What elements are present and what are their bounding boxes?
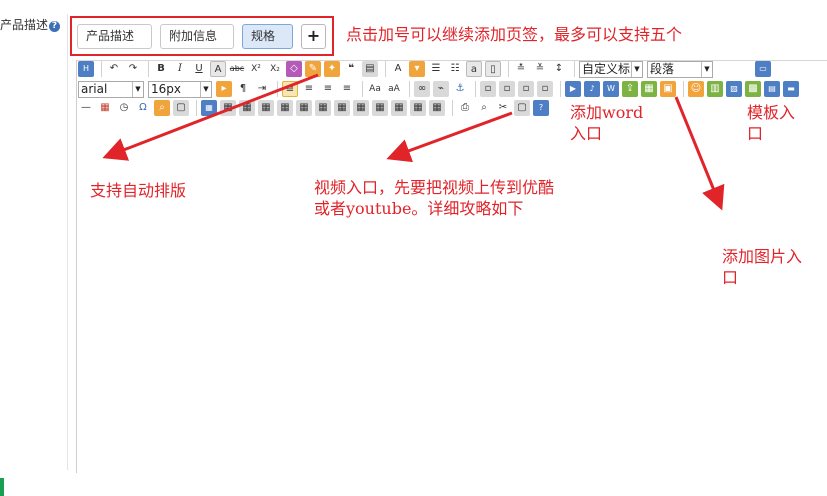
arrow-image [674,96,725,211]
arrow-auto-layout [102,73,319,161]
annotation-arrows [102,73,725,211]
arrow-video [386,111,513,163]
status-indicator [0,478,4,496]
